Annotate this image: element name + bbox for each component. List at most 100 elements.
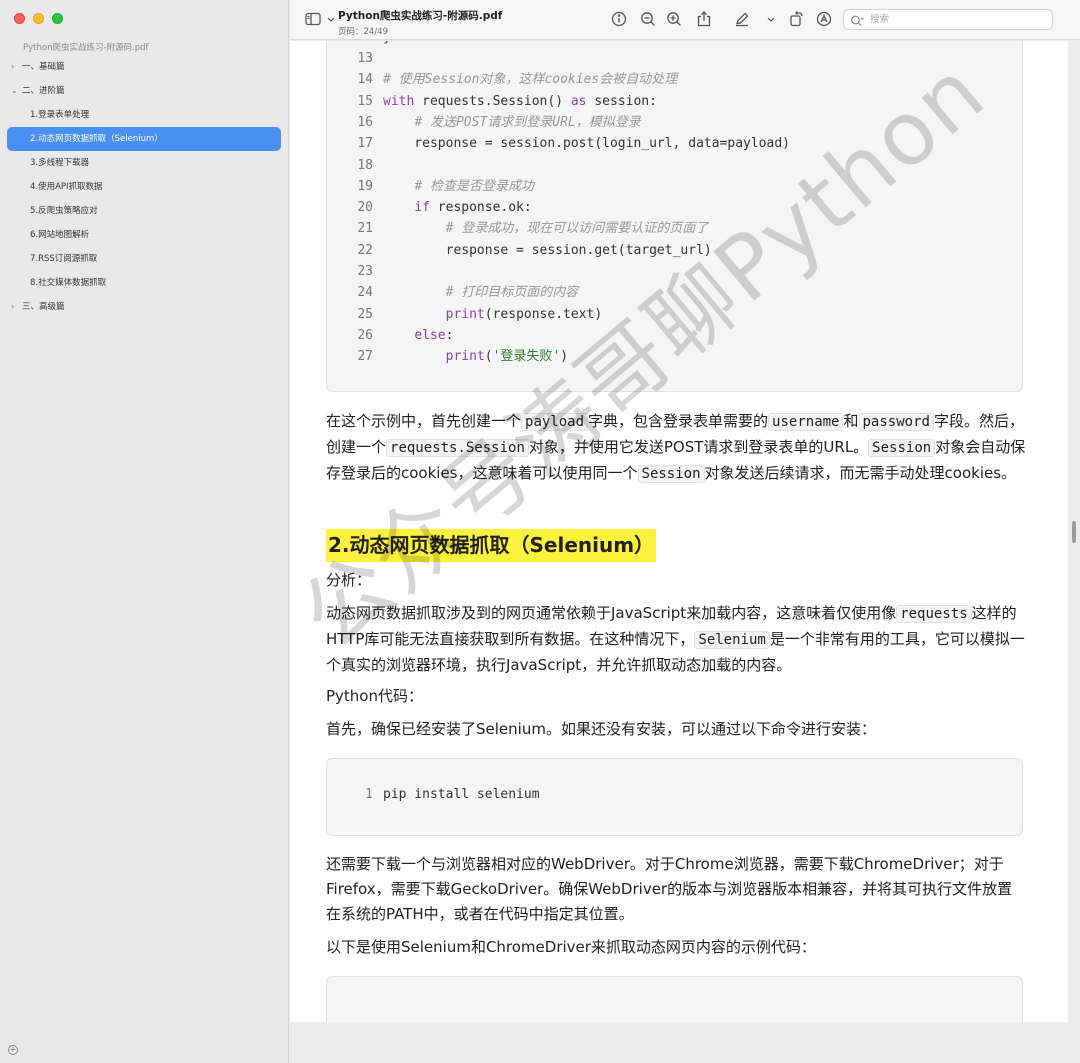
- sidebar-item-8[interactable]: 6.网站地图解析: [7, 223, 281, 247]
- line-number: 23: [357, 264, 373, 279]
- inline-code: Session: [868, 439, 936, 457]
- code-block-login: } 13 14 # 使用Session对象，这样cookies会被自动处理 15 with…: [326, 41, 1023, 392]
- paragraph-dynamic-scraping: 动态网页数据抓取涉及到的网页通常依赖于JavaScript来加载内容，这意味着仅…: [326, 604, 1025, 674]
- zoom-in-icon[interactable]: [665, 10, 683, 28]
- sidebar-item-label: 8.社交媒体数据抓取: [30, 278, 107, 288]
- sidebar-item-label: 7.RSS订阅源抓取: [30, 254, 98, 264]
- code-text: print('登录失败'): [445, 349, 569, 365]
- sidebar-item-label: 3.多线程下载器: [30, 158, 90, 168]
- sidebar-document-name: Python爬虫实战练习-附源码.pdf: [23, 43, 149, 53]
- code-text: # 登录成功，现在可以访问需要认证的页面了: [445, 221, 709, 237]
- inline-code: username: [768, 413, 844, 431]
- line-number: 18: [357, 157, 373, 173]
- code-text: }: [383, 41, 391, 48]
- sidebar-item-label: 6.网站地图解析: [30, 230, 90, 240]
- code-text: # 打印目标页面的内容: [445, 285, 579, 301]
- sidebar-item-7[interactable]: 5.反爬虫策略应对: [7, 199, 281, 223]
- chevron-down-icon[interactable]: [322, 10, 335, 28]
- search-input[interactable]: [870, 12, 1046, 27]
- line-number: 14: [357, 72, 373, 88]
- sidebar-item-1[interactable]: › 一、基础篇: [7, 55, 281, 79]
- paragraph-example-intro: 以下是使用Selenium和ChromeDriver来抓取动态网页内容的示例代码…: [326, 938, 816, 956]
- chevron-down-icon[interactable]: ⌄: [11, 79, 18, 103]
- title-block: Python爬虫实战练习-附源码.pdf 页码：24/49: [338, 8, 502, 37]
- line-number: 22: [357, 242, 373, 258]
- close-window-button[interactable]: [14, 13, 25, 24]
- section-heading: 2.动态网页数据抓取（Selenium）: [326, 529, 657, 562]
- inline-code: password: [858, 413, 934, 431]
- sidebar-toggle-icon[interactable]: [304, 10, 322, 28]
- line-number: 21: [357, 221, 373, 237]
- sidebar-item-2[interactable]: ⌄ 二、进阶篇: [7, 79, 281, 103]
- inline-code: requests.Session: [386, 439, 529, 457]
- analysis-label: 分析：: [326, 571, 372, 589]
- code-text: # 发送POST请求到登录URL，模拟登录: [414, 114, 641, 130]
- sidebar-item-label: 1.登录表单处理: [30, 110, 90, 120]
- inline-code: Session: [637, 465, 705, 483]
- sidebar-item-6[interactable]: 4.使用API抓取数据: [7, 175, 281, 199]
- add-icon[interactable]: +: [8, 1045, 18, 1055]
- line-number: 24: [357, 285, 373, 301]
- window-controls: [14, 13, 63, 24]
- line-number: 26: [357, 327, 373, 343]
- line-number: 13: [357, 51, 373, 66]
- sidebar-item-10[interactable]: 8.社交媒体数据抓取: [7, 271, 281, 295]
- sidebar-item-label: 二、进阶篇: [22, 86, 65, 96]
- code-text: # 检查是否登录成功: [414, 178, 534, 194]
- line-number: 16: [357, 114, 373, 130]
- annotate-icon[interactable]: [815, 10, 833, 28]
- pdf-viewer-window: Python爬虫实战练习-附源码.pdf › 一、基础篇 ⌄ 二、进阶篇 1.登录表单处…: [0, 0, 1080, 1063]
- sidebar-item-label: 5.反爬虫策略应对: [30, 206, 98, 216]
- window-title: Python爬虫实战练习-附源码.pdf: [338, 10, 503, 22]
- markup-pen-icon[interactable]: [733, 10, 751, 28]
- paragraph-webdriver: 还需要下载一个与浏览器相对应的WebDriver。对于Chrome浏览器，需要下…: [326, 855, 1013, 923]
- table-of-contents: › 一、基础篇 ⌄ 二、进阶篇 1.登录表单处理 2.动态网页数据抓取（Selenium）…: [7, 55, 281, 319]
- sidebar: Python爬虫实战练习-附源码.pdf › 一、基础篇 ⌄ 二、进阶篇 1.登录表单处…: [0, 0, 289, 1063]
- search-box[interactable]: [843, 9, 1053, 30]
- code-text: print(response.text): [445, 306, 603, 322]
- line-number: 15: [357, 93, 373, 109]
- chevron-right-icon[interactable]: ›: [11, 295, 14, 319]
- scrollbar-thumb[interactable]: [1072, 521, 1076, 543]
- sidebar-item-9[interactable]: 7.RSS订阅源抓取: [7, 247, 281, 271]
- inline-code: payload: [521, 413, 589, 431]
- scrollbar[interactable]: [1068, 41, 1080, 1063]
- code-text: pip install selenium: [383, 787, 540, 802]
- line-number: 1: [365, 787, 373, 802]
- code-text: else:: [414, 327, 454, 343]
- paragraph-session-explanation: 在这个示例中，首先创建一个 payload 字典，包含登录表单需要的 username…: [326, 412, 1026, 483]
- sidebar-item-3[interactable]: 1.登录表单处理: [7, 103, 281, 127]
- inline-code: requests: [896, 605, 972, 623]
- install-intro: 首先，确保已经安装了Selenium。如果还没有安装，可以通过以下命令进行安装：: [326, 720, 876, 738]
- toolbar: Python爬虫实战练习-附源码.pdf 页码：24/49: [290, 0, 1080, 40]
- markup-chevron-down-icon[interactable]: [762, 10, 775, 28]
- line-number: 25: [357, 306, 373, 322]
- sidebar-item-5[interactable]: 3.多线程下载器: [7, 151, 281, 175]
- inline-code: Selenium: [694, 631, 770, 649]
- sidebar-item-label: 2.动态网页数据抓取（Selenium）: [30, 134, 163, 144]
- zoom-out-icon[interactable]: [639, 10, 657, 28]
- code-text: if response.ok:: [414, 200, 532, 216]
- python-code-label: Python代码：: [326, 687, 423, 705]
- page-gap: [290, 1022, 1068, 1063]
- share-icon[interactable]: [695, 10, 713, 28]
- sidebar-item-11[interactable]: › 三、高级篇: [7, 295, 281, 319]
- minimize-window-button[interactable]: [33, 13, 44, 24]
- chevron-right-icon[interactable]: ›: [11, 55, 14, 79]
- line-number: 20: [357, 200, 373, 216]
- rotate-icon[interactable]: [787, 10, 805, 28]
- code-text: response = session.post(login_url, data=…: [383, 136, 790, 152]
- code-text: # 使用Session对象，这样cookies会被自动处理: [383, 72, 678, 88]
- pdf-page[interactable]: } 13 14 # 使用Session对象，这样cookies会被自动处理 15 with…: [290, 41, 1068, 1022]
- sidebar-item-4[interactable]: 2.动态网页数据抓取（Selenium）: [7, 127, 281, 151]
- code-text: with requests.Session() as session:: [383, 93, 657, 109]
- page-indicator: 页码：24/49: [338, 27, 388, 37]
- code-block-example: [326, 976, 1023, 1022]
- sidebar-item-label: 一、基础篇: [22, 62, 65, 72]
- code-block-install: 1 pip install selenium: [326, 758, 1023, 836]
- zoom-window-button[interactable]: [52, 13, 63, 24]
- code-text: response = session.get(target_url): [383, 242, 712, 258]
- info-icon[interactable]: [610, 10, 628, 28]
- line-number: 27: [357, 349, 373, 365]
- search-icon: [850, 13, 864, 27]
